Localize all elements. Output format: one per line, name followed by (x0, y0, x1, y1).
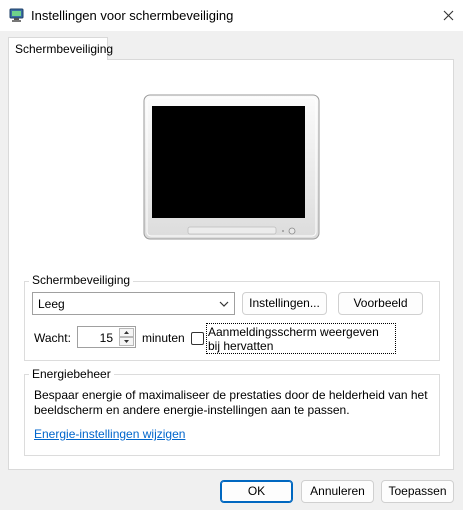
chevron-down-icon (219, 301, 229, 307)
spin-up-button[interactable] (119, 328, 134, 337)
tab-label: Schermbeveiliging (15, 42, 114, 56)
resume-login-label[interactable]: Aanmeldingsscherm weergeven bij hervatte… (208, 325, 394, 353)
preview-button[interactable]: Voorbeeld (338, 292, 423, 315)
ok-button[interactable]: OK (220, 480, 293, 503)
close-button[interactable] (433, 0, 463, 31)
minutes-label: minuten (142, 331, 185, 345)
spin-down-button[interactable] (119, 337, 134, 346)
settings-button[interactable]: Instellingen... (242, 292, 327, 315)
monitor-preview (143, 94, 320, 240)
screensaver-select[interactable]: Leeg (32, 292, 235, 315)
resume-login-checkbox[interactable] (191, 332, 204, 345)
wait-minutes-stepper[interactable]: 15 (77, 326, 136, 348)
close-icon (443, 10, 453, 21)
chevron-up-icon (124, 331, 129, 334)
wait-minutes-value: 15 (99, 331, 113, 345)
screensaver-app-icon (9, 8, 24, 22)
cancel-button[interactable]: Annuleren (301, 480, 374, 503)
power-group-label: Energiebeheer (29, 367, 114, 381)
tab-schermbeveiliging[interactable]: Schermbeveiliging (8, 37, 113, 60)
screensaver-group-label: Schermbeveiliging (29, 273, 134, 287)
chevron-down-icon (124, 340, 129, 343)
power-settings-link[interactable]: Energie-instellingen wijzigen (34, 427, 185, 441)
wait-label: Wacht: (34, 331, 71, 345)
screensaver-select-value: Leeg (38, 297, 65, 311)
apply-button[interactable]: Toepassen (381, 480, 454, 503)
power-description: Bespaar energie of maximaliseer de prest… (34, 388, 428, 417)
title-bar: Instellingen voor schermbeveiliging (0, 0, 463, 31)
window-title: Instellingen voor schermbeveiliging (31, 8, 234, 23)
